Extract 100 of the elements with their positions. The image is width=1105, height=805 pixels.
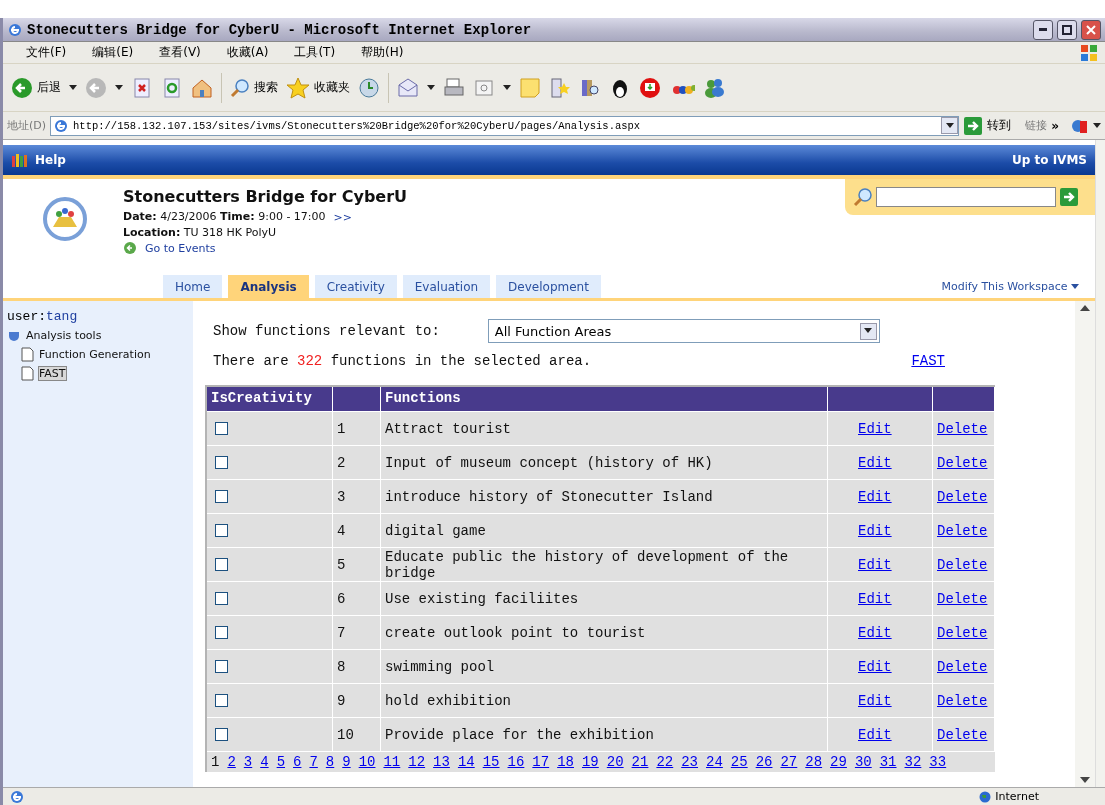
- edit-link[interactable]: Edit: [858, 726, 892, 743]
- page-link[interactable]: 15: [482, 754, 500, 770]
- history-icon[interactable]: [358, 76, 380, 99]
- messenger-people-icon[interactable]: [703, 76, 725, 99]
- address-field[interactable]: http://158.132.107.153/sites/ivms/Stonecutters%20Bridge%20for%20CyberU/pages/Analysis.aspx: [50, 115, 960, 136]
- checkbox[interactable]: [215, 558, 228, 571]
- search-icon[interactable]: [230, 77, 250, 98]
- checkbox[interactable]: [215, 490, 228, 503]
- page-link[interactable]: 1: [211, 754, 220, 770]
- page-link[interactable]: 33: [929, 754, 947, 770]
- checkbox[interactable]: [215, 422, 228, 435]
- search-button[interactable]: 搜索: [230, 77, 278, 98]
- edit-link[interactable]: Edit: [858, 522, 892, 539]
- scrollbar[interactable]: [1075, 301, 1095, 787]
- help-link[interactable]: Help: [35, 153, 66, 167]
- menu-item[interactable]: 编辑(E): [79, 44, 147, 61]
- menu-item[interactable]: 帮助(H): [348, 44, 417, 61]
- page-link[interactable]: 4: [260, 754, 269, 770]
- back-button[interactable]: 后退: [11, 76, 61, 99]
- up-link[interactable]: Up to IVMS: [1012, 153, 1087, 167]
- page-link[interactable]: 26: [755, 754, 773, 770]
- tree-item[interactable]: FAST: [38, 366, 67, 381]
- page-link[interactable]: 30: [854, 754, 872, 770]
- page-link[interactable]: 2: [227, 754, 236, 770]
- menu-item[interactable]: 文件(F): [13, 44, 80, 61]
- page-link[interactable]: 22: [656, 754, 674, 770]
- page-link[interactable]: 18: [557, 754, 574, 770]
- edit-link[interactable]: Edit: [858, 420, 892, 437]
- scrollbar[interactable]: [1095, 140, 1105, 787]
- page-link[interactable]: 13: [433, 754, 450, 770]
- caret-icon[interactable]: [427, 84, 435, 91]
- user-link[interactable]: tang: [46, 309, 78, 324]
- edit-link[interactable]: Edit: [858, 488, 892, 505]
- page-link[interactable]: 8: [325, 754, 335, 770]
- fast-link[interactable]: FAST: [911, 353, 945, 369]
- nav-tab[interactable]: Home: [163, 275, 223, 298]
- events-link[interactable]: Go to Events: [145, 241, 216, 255]
- caret-icon[interactable]: [864, 328, 873, 334]
- caret-icon[interactable]: [945, 122, 954, 129]
- maximize-button[interactable]: [1057, 19, 1077, 40]
- menu-item[interactable]: 工具(T): [281, 44, 349, 61]
- more-link[interactable]: >>: [333, 210, 352, 224]
- checkbox[interactable]: [215, 524, 228, 537]
- minimize-button[interactable]: [1033, 19, 1053, 40]
- mail-icon[interactable]: [397, 76, 419, 99]
- page-link[interactable]: 24: [706, 754, 723, 770]
- menu-item[interactable]: 收藏(A): [213, 44, 282, 61]
- nav-tab[interactable]: Development: [496, 275, 601, 298]
- caret-icon[interactable]: [69, 84, 77, 91]
- modify-workspace-menu[interactable]: Modify This Workspace: [941, 280, 1095, 293]
- page-link[interactable]: 25: [730, 754, 748, 770]
- edit-link[interactable]: Edit: [858, 658, 892, 675]
- search-icon[interactable]: [853, 187, 873, 207]
- refresh-icon[interactable]: [161, 76, 183, 99]
- dropdown-button[interactable]: [859, 322, 877, 340]
- edit-link[interactable]: Edit: [858, 590, 892, 607]
- favorites-button[interactable]: 收藏夹: [286, 76, 350, 99]
- page-link[interactable]: 10: [358, 754, 376, 770]
- checkbox[interactable]: [215, 626, 228, 639]
- tree-item[interactable]: Analysis tools: [25, 328, 103, 343]
- download-icon[interactable]: [639, 76, 661, 99]
- edit-link[interactable]: Edit: [858, 454, 892, 471]
- more-links-button[interactable]: »: [1051, 118, 1059, 133]
- page-link[interactable]: 31: [879, 754, 897, 770]
- checkbox[interactable]: [215, 456, 228, 469]
- search-field[interactable]: [876, 187, 1056, 207]
- search-go-icon[interactable]: [1059, 187, 1079, 207]
- scroll-up-icon[interactable]: [1080, 305, 1090, 311]
- edit-link[interactable]: Edit: [858, 692, 892, 709]
- checkbox[interactable]: [215, 694, 228, 707]
- menu-item[interactable]: 查看(V): [146, 44, 214, 61]
- phone-star-icon[interactable]: [549, 76, 571, 99]
- page-link[interactable]: 7: [309, 754, 318, 770]
- close-button[interactable]: [1081, 19, 1101, 40]
- page-link[interactable]: 17: [532, 754, 550, 770]
- page-link[interactable]: 11: [383, 754, 401, 770]
- printer-icon[interactable]: [443, 76, 465, 99]
- page-link[interactable]: 9: [342, 754, 351, 770]
- stop-icon[interactable]: [131, 76, 153, 99]
- page-link[interactable]: 3: [243, 754, 253, 770]
- dropdown-button[interactable]: [941, 117, 959, 134]
- nav-tab[interactable]: Analysis: [228, 275, 309, 298]
- area-select[interactable]: All Function Areas: [487, 319, 880, 343]
- page-link[interactable]: 19: [581, 754, 599, 770]
- checkbox[interactable]: [215, 728, 228, 741]
- edit-link[interactable]: Edit: [858, 556, 892, 573]
- caret-icon[interactable]: [115, 84, 123, 91]
- caret-icon[interactable]: [1093, 122, 1101, 129]
- nav-tab[interactable]: Creativity: [314, 275, 397, 298]
- go-button[interactable]: 转到: [963, 115, 1012, 136]
- scroll-down-icon[interactable]: [1080, 777, 1090, 783]
- caret-icon[interactable]: [503, 84, 511, 91]
- page-link[interactable]: 16: [507, 754, 525, 770]
- links-label[interactable]: 链接: [1025, 118, 1048, 133]
- page-link[interactable]: 21: [631, 754, 649, 770]
- page-link[interactable]: 32: [904, 754, 922, 770]
- nav-tab[interactable]: Evaluation: [402, 275, 491, 298]
- tree-item[interactable]: Function Generation: [38, 347, 152, 362]
- checkbox[interactable]: [215, 660, 228, 673]
- page-link[interactable]: 27: [780, 754, 798, 770]
